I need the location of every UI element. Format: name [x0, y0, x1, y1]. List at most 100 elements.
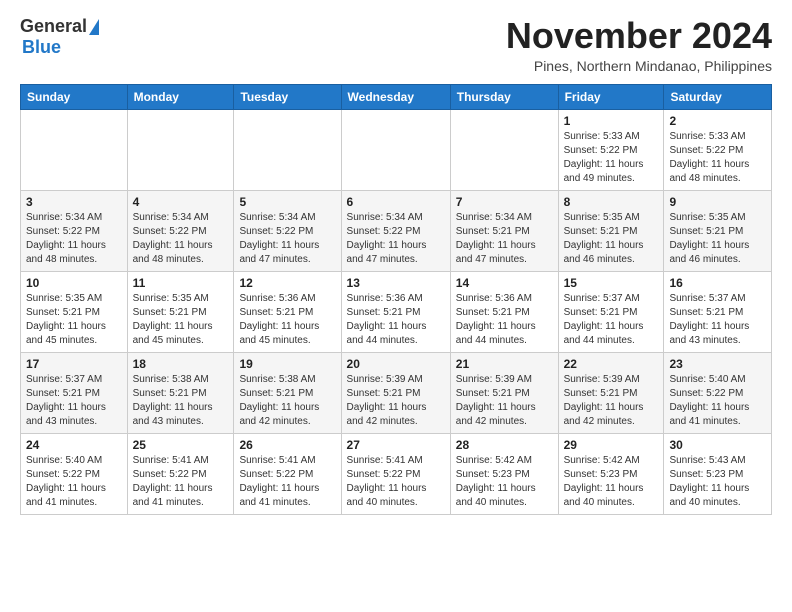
- calendar-cell-2-0: 10Sunrise: 5:35 AM Sunset: 5:21 PM Dayli…: [21, 271, 128, 352]
- day-number: 24: [26, 438, 122, 452]
- day-number: 28: [456, 438, 553, 452]
- day-info: Sunrise: 5:39 AM Sunset: 5:21 PM Dayligh…: [347, 373, 445, 429]
- header: General Blue November 2024 Pines, Northe…: [20, 16, 772, 74]
- calendar-cell-4-6: 30Sunrise: 5:43 AM Sunset: 5:23 PM Dayli…: [664, 433, 772, 514]
- day-number: 5: [239, 195, 335, 209]
- calendar-cell-2-4: 14 Sunrise: 5:36 AM Sunset: 5:21 PM Dayli…: [450, 271, 558, 352]
- day-info: Sunrise: 5:40 AM Sunset: 5:22 PM Dayligh…: [669, 373, 766, 429]
- day-number: 6: [347, 195, 445, 209]
- calendar-cell-3-6: 23Sunrise: 5:40 AM Sunset: 5:22 PM Dayli…: [664, 352, 772, 433]
- col-wednesday: Wednesday: [341, 84, 450, 109]
- day-number: 7: [456, 195, 553, 209]
- calendar-cell-1-4: 7 Sunrise: 5:34 AM Sunset: 5:21 PM Daylig…: [450, 190, 558, 271]
- calendar-cell-0-5: 1 Sunrise: 5:33 AM Sunset: 5:22 PM Daylig…: [558, 109, 664, 190]
- col-thursday: Thursday: [450, 84, 558, 109]
- col-saturday: Saturday: [664, 84, 772, 109]
- logo-text: General: [20, 16, 99, 37]
- calendar-cell-3-0: 17 Sunrise: 5:37 AM Sunset: 5:21 PM Dayli…: [21, 352, 128, 433]
- day-info: Sunrise: 5:42 AM Sunset: 5:23 PM Dayligh…: [564, 454, 659, 510]
- day-number: 15: [564, 276, 659, 290]
- calendar-cell-2-2: 12Sunrise: 5:36 AM Sunset: 5:21 PM Dayli…: [234, 271, 341, 352]
- calendar-cell-0-2: [234, 109, 341, 190]
- day-number: 20: [347, 357, 445, 371]
- col-tuesday: Tuesday: [234, 84, 341, 109]
- day-info: Sunrise: 5:41 AM Sunset: 5:22 PM Dayligh…: [239, 454, 335, 510]
- title-block: November 2024 Pines, Northern Mindanao, …: [506, 16, 772, 74]
- day-info: Sunrise: 5:34 AM Sunset: 5:22 PM Dayligh…: [239, 211, 335, 267]
- calendar-cell-0-0: [21, 109, 128, 190]
- day-info: Sunrise: 5:34 AM Sunset: 5:22 PM Dayligh…: [347, 211, 445, 267]
- day-info: Sunrise: 5:36 AM Sunset: 5:21 PM Dayligh…: [456, 292, 553, 348]
- day-info: Sunrise: 5:34 AM Sunset: 5:21 PM Dayligh…: [456, 211, 553, 267]
- day-info: Sunrise: 5:33 AM Sunset: 5:22 PM Dayligh…: [669, 130, 766, 186]
- day-number: 27: [347, 438, 445, 452]
- logo: General Blue: [20, 16, 99, 58]
- calendar-cell-3-1: 18 Sunrise: 5:38 AM Sunset: 5:21 PM Dayli…: [127, 352, 234, 433]
- day-info: Sunrise: 5:39 AM Sunset: 5:21 PM Dayligh…: [456, 373, 553, 429]
- day-info: Sunrise: 5:38 AM Sunset: 5:21 PM Dayligh…: [133, 373, 229, 429]
- calendar-cell-4-1: 25 Sunrise: 5:41 AM Sunset: 5:22 PM Dayli…: [127, 433, 234, 514]
- day-number: 22: [564, 357, 659, 371]
- day-info: Sunrise: 5:34 AM Sunset: 5:22 PM Dayligh…: [133, 211, 229, 267]
- day-number: 25: [133, 438, 229, 452]
- day-info: Sunrise: 5:42 AM Sunset: 5:23 PM Dayligh…: [456, 454, 553, 510]
- week-row-2: 3 Sunrise: 5:34 AM Sunset: 5:22 PM Daylig…: [21, 190, 772, 271]
- day-info: Sunrise: 5:34 AM Sunset: 5:22 PM Dayligh…: [26, 211, 122, 267]
- calendar-cell-3-3: 20 Sunrise: 5:39 AM Sunset: 5:21 PM Dayli…: [341, 352, 450, 433]
- month-year: November 2024: [506, 16, 772, 56]
- week-row-5: 24 Sunrise: 5:40 AM Sunset: 5:22 PM Dayli…: [21, 433, 772, 514]
- calendar-cell-0-3: [341, 109, 450, 190]
- calendar-cell-1-3: 6 Sunrise: 5:34 AM Sunset: 5:22 PM Daylig…: [341, 190, 450, 271]
- day-info: Sunrise: 5:33 AM Sunset: 5:22 PM Dayligh…: [564, 130, 659, 186]
- day-number: 11: [133, 276, 229, 290]
- day-number: 14: [456, 276, 553, 290]
- day-info: Sunrise: 5:41 AM Sunset: 5:22 PM Dayligh…: [347, 454, 445, 510]
- day-number: 17: [26, 357, 122, 371]
- calendar-cell-1-0: 3 Sunrise: 5:34 AM Sunset: 5:22 PM Daylig…: [21, 190, 128, 271]
- col-monday: Monday: [127, 84, 234, 109]
- calendar: Sunday Monday Tuesday Wednesday Thursday…: [20, 84, 772, 515]
- col-sunday: Sunday: [21, 84, 128, 109]
- calendar-cell-2-1: 11 Sunrise: 5:35 AM Sunset: 5:21 PM Dayli…: [127, 271, 234, 352]
- day-number: 18: [133, 357, 229, 371]
- calendar-cell-4-5: 29 Sunrise: 5:42 AM Sunset: 5:23 PM Dayli…: [558, 433, 664, 514]
- day-number: 21: [456, 357, 553, 371]
- day-number: 4: [133, 195, 229, 209]
- calendar-cell-2-5: 15 Sunrise: 5:37 AM Sunset: 5:21 PM Dayli…: [558, 271, 664, 352]
- calendar-cell-3-5: 22Sunrise: 5:39 AM Sunset: 5:21 PM Dayli…: [558, 352, 664, 433]
- day-number: 13: [347, 276, 445, 290]
- day-info: Sunrise: 5:36 AM Sunset: 5:21 PM Dayligh…: [347, 292, 445, 348]
- location: Pines, Northern Mindanao, Philippines: [506, 58, 772, 74]
- day-number: 16: [669, 276, 766, 290]
- day-info: Sunrise: 5:35 AM Sunset: 5:21 PM Dayligh…: [133, 292, 229, 348]
- logo-blue: Blue: [22, 37, 61, 58]
- day-number: 19: [239, 357, 335, 371]
- day-info: Sunrise: 5:35 AM Sunset: 5:21 PM Dayligh…: [564, 211, 659, 267]
- calendar-cell-1-6: 9Sunrise: 5:35 AM Sunset: 5:21 PM Daylig…: [664, 190, 772, 271]
- day-number: 1: [564, 114, 659, 128]
- logo-general: General: [20, 16, 87, 37]
- calendar-cell-4-2: 26Sunrise: 5:41 AM Sunset: 5:22 PM Dayli…: [234, 433, 341, 514]
- week-row-4: 17 Sunrise: 5:37 AM Sunset: 5:21 PM Dayli…: [21, 352, 772, 433]
- day-info: Sunrise: 5:37 AM Sunset: 5:21 PM Dayligh…: [669, 292, 766, 348]
- col-friday: Friday: [558, 84, 664, 109]
- calendar-cell-0-1: [127, 109, 234, 190]
- calendar-header-row: Sunday Monday Tuesday Wednesday Thursday…: [21, 84, 772, 109]
- calendar-cell-0-6: 2 Sunrise: 5:33 AM Sunset: 5:22 PM Daylig…: [664, 109, 772, 190]
- day-info: Sunrise: 5:40 AM Sunset: 5:22 PM Dayligh…: [26, 454, 122, 510]
- calendar-cell-4-3: 27 Sunrise: 5:41 AM Sunset: 5:22 PM Dayli…: [341, 433, 450, 514]
- calendar-cell-1-2: 5 Sunrise: 5:34 AM Sunset: 5:22 PM Daylig…: [234, 190, 341, 271]
- calendar-cell-4-4: 28 Sunrise: 5:42 AM Sunset: 5:23 PM Dayli…: [450, 433, 558, 514]
- day-number: 3: [26, 195, 122, 209]
- week-row-3: 10Sunrise: 5:35 AM Sunset: 5:21 PM Dayli…: [21, 271, 772, 352]
- calendar-cell-0-4: [450, 109, 558, 190]
- day-info: Sunrise: 5:41 AM Sunset: 5:22 PM Dayligh…: [133, 454, 229, 510]
- day-number: 12: [239, 276, 335, 290]
- day-info: Sunrise: 5:37 AM Sunset: 5:21 PM Dayligh…: [26, 373, 122, 429]
- day-info: Sunrise: 5:43 AM Sunset: 5:23 PM Dayligh…: [669, 454, 766, 510]
- day-number: 29: [564, 438, 659, 452]
- week-row-1: 1 Sunrise: 5:33 AM Sunset: 5:22 PM Daylig…: [21, 109, 772, 190]
- day-info: Sunrise: 5:37 AM Sunset: 5:21 PM Dayligh…: [564, 292, 659, 348]
- calendar-cell-3-2: 19Sunrise: 5:38 AM Sunset: 5:21 PM Dayli…: [234, 352, 341, 433]
- day-number: 2: [669, 114, 766, 128]
